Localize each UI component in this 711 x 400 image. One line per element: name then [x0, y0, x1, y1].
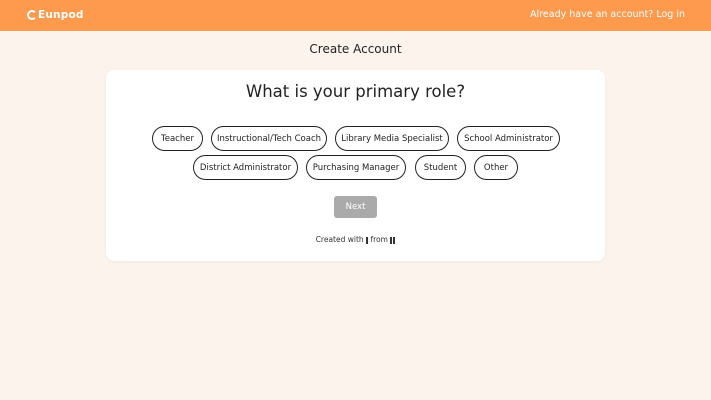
role-option-purchasing-manager[interactable]: Purchasing Manager [306, 155, 406, 180]
bar-icon [366, 236, 369, 244]
top-bar: Eunpod Already have an account? Log in [0, 0, 711, 31]
next-button[interactable]: Next [334, 196, 377, 218]
role-option-school-administrator[interactable]: School Administrator [457, 126, 560, 151]
role-question: What is your primary role? [245, 82, 466, 101]
eunpod-logo-icon [27, 10, 37, 20]
brand-logo[interactable]: Eunpod [27, 7, 84, 23]
role-option-teacher[interactable]: Teacher [152, 126, 203, 151]
role-option-instructional-tech-coach[interactable]: Instructional/Tech Coach [211, 126, 327, 151]
from-text: from [370, 235, 388, 244]
role-card: What is your primary role? Teacher Instr… [106, 70, 605, 261]
role-option-student[interactable]: Student [415, 155, 466, 180]
login-link[interactable]: Already have an account? Log in [530, 9, 685, 20]
created-with-text: Created with [315, 235, 364, 244]
role-option-library-media-specialist[interactable]: Library Media Specialist [335, 126, 449, 151]
role-option-district-administrator[interactable]: District Administrator [193, 155, 298, 180]
double-bar-icon [390, 236, 396, 245]
role-option-other[interactable]: Other [474, 155, 518, 180]
created-with-note: Created with from [106, 235, 605, 245]
brand-name: Eunpod [38, 9, 84, 21]
page-title: Create Account [309, 42, 402, 56]
